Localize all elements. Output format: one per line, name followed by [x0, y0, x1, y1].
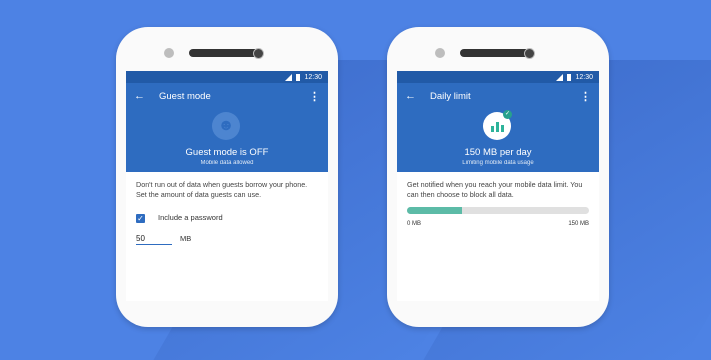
signal-icon [556, 73, 564, 81]
progress-max-label: 150 MB [568, 221, 589, 228]
more-vert-icon[interactable]: ⋮ [309, 90, 320, 103]
more-vert-icon[interactable]: ⋮ [580, 90, 591, 103]
status-bar: 12:30 [397, 71, 599, 83]
front-camera [524, 48, 535, 59]
description: Don't run out of data when guests borrow… [136, 180, 308, 199]
app-bar: ← Guest mode ⋮ [126, 83, 328, 109]
data-limit-input[interactable] [136, 233, 172, 245]
arrow-back-icon[interactable]: ← [134, 90, 145, 102]
earpiece [189, 49, 263, 57]
usage-progress-bar [407, 207, 589, 215]
status-title: 150 MB per day [464, 147, 532, 158]
status-subtitle: Limiting mobile data usage [462, 160, 534, 166]
status-header: ✓ 150 MB per day Limiting mobile data us… [397, 109, 599, 172]
battery-icon [296, 73, 301, 81]
phone-daily-limit: 12:30 ← Daily limit ⋮ ✓ 150 MB per day L… [387, 27, 609, 327]
battery-icon [567, 73, 572, 81]
status-time: 12:30 [304, 73, 322, 81]
signal-icon [285, 73, 293, 81]
arrow-back-icon[interactable]: ← [405, 90, 416, 102]
include-password-checkbox[interactable]: ✓ [136, 214, 145, 223]
progress-min-label: 0 MB [407, 221, 422, 228]
include-password-row[interactable]: ✓ Include a password [136, 213, 318, 223]
screen: 12:30 ← Guest mode ⋮ ☻ Guest mode is OFF… [126, 71, 328, 301]
content: Get notified when you reach your mobile … [397, 172, 599, 237]
sensor [164, 48, 174, 58]
status-bar: 12:30 [126, 71, 328, 83]
status-subtitle: Mobile data allowed [200, 160, 254, 166]
status-header: ☻ Guest mode is OFF Mobile data allowed [126, 109, 328, 172]
limit-row: MB [136, 233, 318, 245]
description: Get notified when you reach your mobile … [407, 180, 583, 199]
front-camera [253, 48, 264, 59]
content: Don't run out of data when guests borrow… [126, 172, 328, 253]
page-title: Daily limit [430, 90, 471, 102]
checkbox-label: Include a password [158, 213, 223, 223]
earpiece [460, 49, 534, 57]
sensor [435, 48, 445, 58]
app-bar: ← Daily limit ⋮ [397, 83, 599, 109]
phone-guest-mode: 12:30 ← Guest mode ⋮ ☻ Guest mode is OFF… [116, 27, 338, 327]
check-badge-icon: ✓ [503, 110, 512, 119]
usage-progress-fill [407, 207, 462, 215]
page-title: Guest mode [159, 90, 211, 102]
status-time: 12:30 [575, 73, 593, 81]
guest-face-icon: ☻ [212, 112, 240, 140]
screen: 12:30 ← Daily limit ⋮ ✓ 150 MB per day L… [397, 71, 599, 301]
progress-scale: 0 MB 150 MB [407, 220, 589, 228]
status-title: Guest mode is OFF [185, 147, 269, 158]
unit-label: MB [180, 234, 192, 244]
